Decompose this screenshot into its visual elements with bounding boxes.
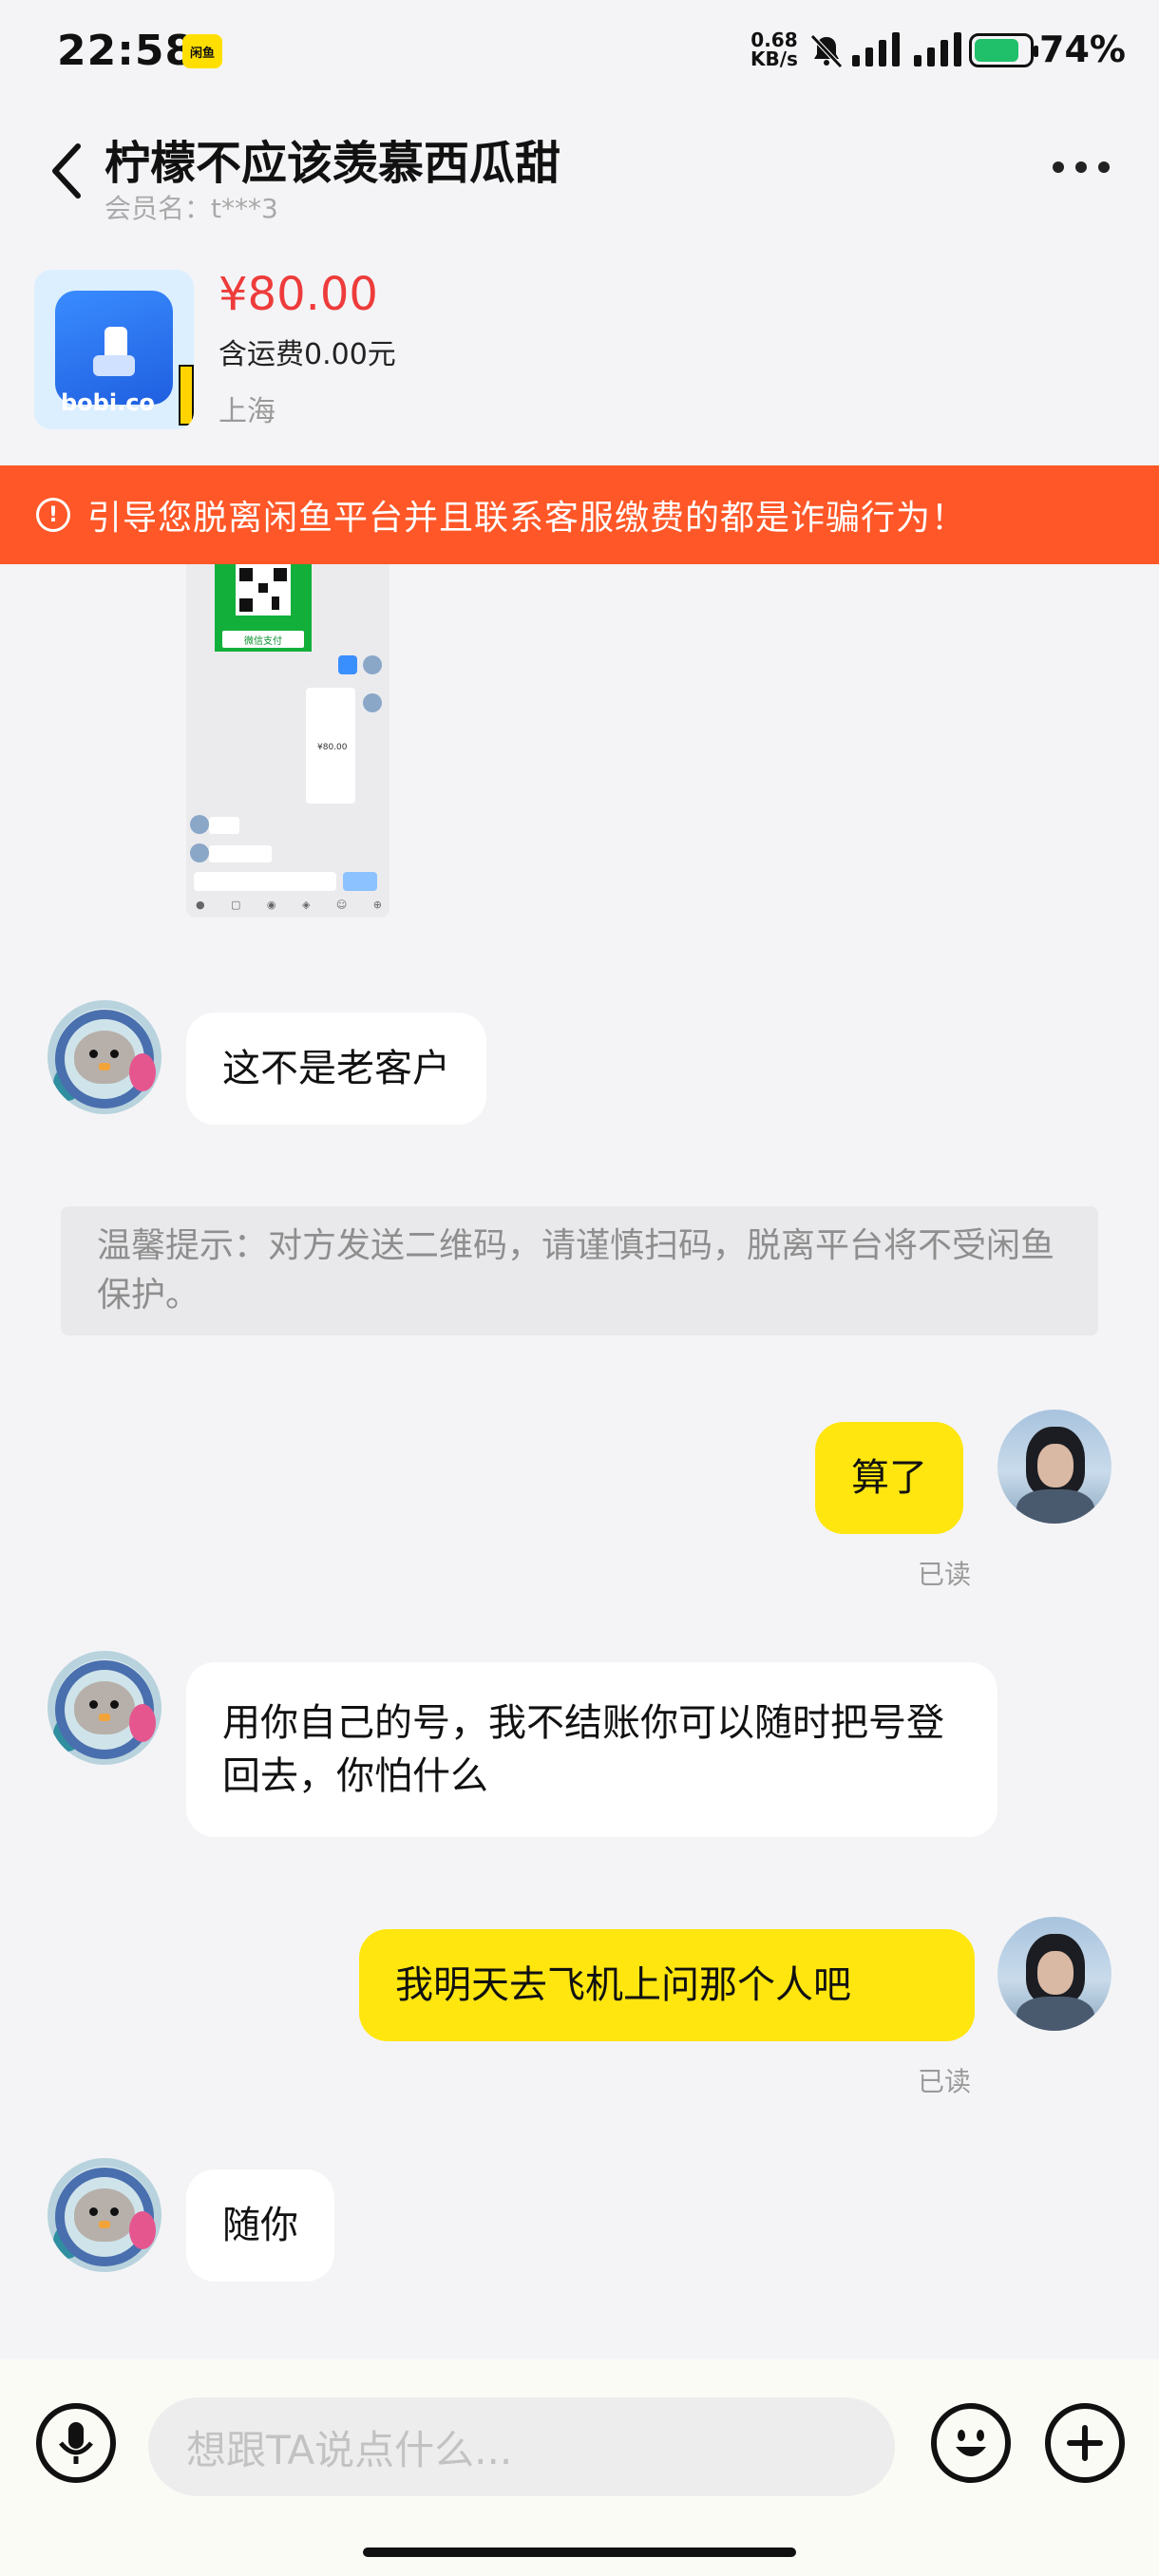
mini-message [209,817,239,834]
network-speed-value: 0.68 [750,28,798,51]
microphone-icon[interactable] [36,2403,116,2483]
signal-strength-icon-2 [914,32,961,66]
user-avatar[interactable] [998,1410,1112,1524]
seller-avatar[interactable] [48,2158,162,2272]
mini-avatar [190,843,209,862]
system-notice: 温馨提示：对方发送二维码，请谨慎扫码，脱离平台将不受闲鱼保护。 [61,1206,1098,1335]
mute-bell-icon [810,34,843,68]
product-image[interactable]: bobi.co [34,270,194,429]
mini-blue-badge [338,655,357,674]
status-time: 22:58 [57,27,196,75]
member-name: 会员名：t***3 [104,193,278,224]
message-input[interactable]: 想跟TA说点什么... [148,2397,895,2496]
mini-message [209,845,272,862]
product-image-label: bobi.co [61,389,155,416]
warning-icon: ! [36,498,70,532]
warning-text: 引导您脱离闲鱼平台并且联系客服缴费的都是诈骗行为！ [87,499,967,538]
message-bubble[interactable]: 我明天去飞机上问那个人吧 [359,1929,975,2041]
mini-product-card: ¥80.00 [306,688,355,804]
app-badge-label: 闲鱼 [189,46,215,61]
wechat-pay-caption: 微信支付 [222,631,304,648]
fraud-warning-banner[interactable]: ! 引导您脱离闲鱼平台并且联系客服缴费的都是诈骗行为！ [0,465,1159,564]
mini-avatar [363,655,382,674]
seller-avatar[interactable] [48,1651,162,1765]
wechat-pay-qr: 微信支付 [215,564,312,652]
emoji-icon[interactable] [931,2403,1011,2483]
plus-icon[interactable] [1045,2403,1125,2483]
mini-send [343,872,377,891]
mini-avatar [190,815,209,834]
product-location: 上海 [218,395,276,428]
mini-toolbar: ● ▢ ◉ ◈ ☺ ⊕ [196,899,382,911]
network-speed-unit: KB/s [750,47,798,70]
status-bar: 22:58 闲鱼 0.68 KB/s 74% [0,0,1159,104]
chat-title: 柠檬不应该羡慕西瓜甜 [104,137,561,190]
read-status: 已读 [918,2066,972,2097]
home-indicator[interactable] [363,2548,796,2557]
chat-image-thumbnail[interactable]: 微信支付 ¥80.00 ● ▢ ◉ ◈ ☺ ⊕ [186,564,390,918]
message-bubble[interactable]: 这不是老客户 [186,1013,486,1125]
network-speed: 0.68 KB/s [750,30,798,68]
message-bubble[interactable]: 用你自己的号，我不结账你可以随时把号登回去，你怕什么 [186,1662,998,1837]
more-options-icon[interactable] [1053,161,1110,173]
seller-avatar[interactable] [48,1000,162,1114]
product-shipping: 含运费0.00元 [218,338,396,371]
read-status: 已读 [918,1559,972,1590]
user-avatar[interactable] [998,1917,1112,2031]
product-price: ¥80.00 [218,268,378,321]
mini-avatar [363,693,382,712]
message-bubble[interactable]: 算了 [815,1422,963,1534]
mini-input [194,872,336,891]
battery-icon [969,33,1038,67]
back-arrow-icon[interactable] [49,141,84,201]
message-bubble[interactable]: 随你 [186,2169,334,2282]
xianyu-notification-icon: 闲鱼 [182,34,222,68]
signal-strength-icon [852,32,900,66]
mini-price: ¥80.00 [317,743,348,752]
battery-percent: 74% [1039,28,1126,70]
